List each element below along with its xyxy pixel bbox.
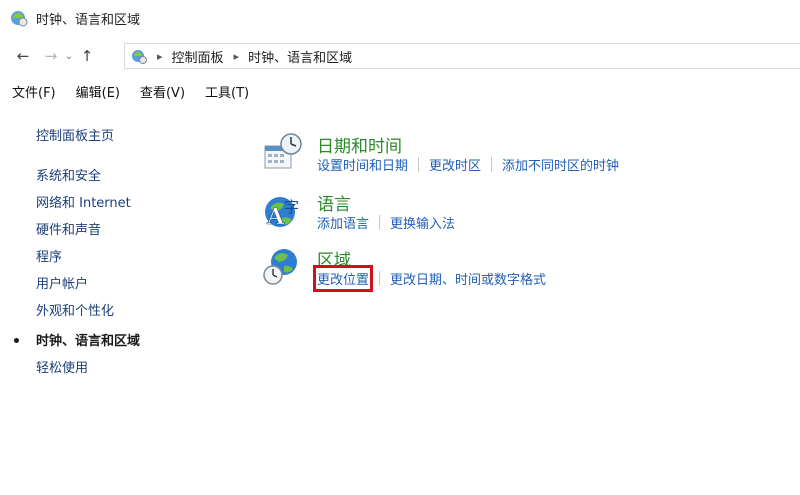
address-bar[interactable]: ▸ 控制面板 ▸ 时钟、语言和区域 (124, 43, 800, 69)
section-title-region[interactable]: 区域 (317, 246, 351, 271)
breadcrumb-control-panel[interactable]: 控制面板 (172, 47, 224, 66)
menu-file[interactable]: 文件(F) (12, 82, 56, 101)
menu-bar: 文件(F) 编辑(E) 查看(V) 工具(T) (0, 78, 800, 104)
link-change-location[interactable]: 更改位置 (312, 265, 374, 292)
link-divider (491, 157, 493, 172)
link-add-language[interactable]: 添加语言 (317, 213, 369, 232)
menu-edit[interactable]: 编辑(E) (76, 82, 120, 101)
back-arrow-icon[interactable]: ← (12, 44, 34, 68)
sidebar-item-programs[interactable]: 程序 (36, 246, 62, 265)
sidebar-item-ease-of-access[interactable]: 轻松使用 (36, 357, 88, 376)
sidebar-item-appearance[interactable]: 外观和个性化 (36, 300, 114, 319)
sidebar-item-home[interactable]: 控制面板主页 (36, 125, 114, 144)
svg-text:A: A (266, 204, 285, 230)
title-bar: 时钟、语言和区域 (0, 0, 800, 36)
language-icon: A 字 (265, 197, 299, 230)
breadcrumb-separator-icon: ▸ (157, 49, 163, 63)
section-title-language[interactable]: 语言 (317, 190, 351, 215)
link-divider (418, 157, 420, 172)
sidebar-item-user-accounts[interactable]: 用户帐户 (36, 273, 88, 292)
window-title: 时钟、语言和区域 (36, 12, 141, 28)
navigation-bar: ← → ⌄ ↑ ▸ 控制面板 ▸ 时钟、语言和区域 (0, 40, 800, 72)
sidebar-item-clock-language-region: 时钟、语言和区域 (36, 334, 141, 349)
globe-clock-icon (263, 249, 297, 285)
sidebar-item-network-internet[interactable]: 网络和 Internet (36, 192, 131, 211)
control-panel-icon (11, 11, 28, 27)
svg-text:字: 字 (284, 198, 299, 216)
up-arrow-icon[interactable]: ↑ (76, 44, 98, 68)
link-change-input-method[interactable]: 更换输入法 (390, 213, 455, 232)
forward-arrow-icon[interactable]: → (40, 44, 62, 68)
link-change-date-time-number-formats[interactable]: 更改日期、时间或数字格式 (390, 269, 546, 288)
menu-tools[interactable]: 工具(T) (205, 82, 249, 101)
link-divider (379, 215, 381, 230)
control-panel-icon (132, 50, 147, 64)
link-change-time-zone[interactable]: 更改时区 (429, 155, 481, 174)
breadcrumb-clock-language-region[interactable]: 时钟、语言和区域 (248, 47, 352, 66)
sidebar-item-hardware-sound[interactable]: 硬件和声音 (36, 219, 101, 238)
section-title-date-time[interactable]: 日期和时间 (317, 132, 402, 157)
link-set-time-date[interactable]: 设置时间和日期 (317, 155, 408, 174)
menu-view[interactable]: 查看(V) (140, 82, 185, 101)
breadcrumb-separator-icon: ▸ (233, 49, 240, 63)
sidebar-item-system-security[interactable]: 系统和安全 (36, 165, 101, 184)
link-add-clocks[interactable]: 添加不同时区的时钟 (502, 155, 619, 174)
calendar-clock-icon (264, 133, 302, 169)
link-divider (379, 271, 381, 286)
recent-locations-chevron-icon[interactable]: ⌄ (62, 44, 76, 68)
current-item-bullet-icon (14, 338, 19, 343)
